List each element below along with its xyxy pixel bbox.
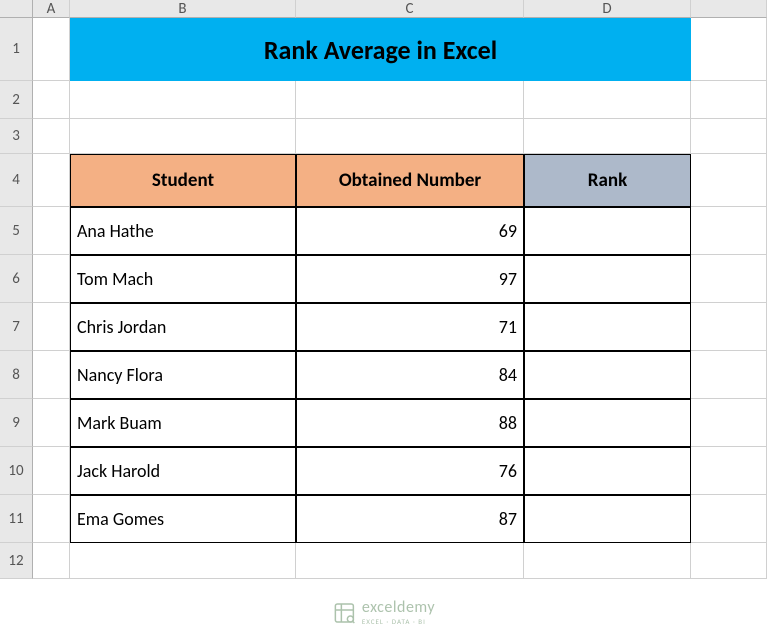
table-row[interactable] <box>524 495 691 543</box>
cell-a6[interactable] <box>33 255 70 303</box>
watermark: exceldemy EXCEL · DATA · BI <box>332 600 435 625</box>
cell-e8[interactable] <box>691 351 767 399</box>
watermark-sub: EXCEL · DATA · BI <box>362 618 435 625</box>
row-header-6[interactable]: 6 <box>0 255 33 303</box>
cell-e1[interactable] <box>691 18 767 81</box>
cell-a1[interactable] <box>33 18 70 81</box>
cell-c3[interactable] <box>296 119 524 154</box>
table-row[interactable] <box>524 399 691 447</box>
row-header-11[interactable]: 11 <box>0 495 33 543</box>
table-row[interactable] <box>524 351 691 399</box>
col-header-blank <box>691 0 767 18</box>
row-header-2[interactable]: 2 <box>0 81 33 119</box>
row-header-10[interactable]: 10 <box>0 447 33 495</box>
table-row[interactable]: 71 <box>296 303 524 351</box>
table-row[interactable]: 87 <box>296 495 524 543</box>
table-row[interactable]: Mark Buam <box>70 399 296 447</box>
col-header-d[interactable]: D <box>524 0 691 18</box>
cell-e11[interactable] <box>691 495 767 543</box>
corner-cell <box>0 0 33 18</box>
table-row[interactable]: Nancy Flora <box>70 351 296 399</box>
table-row[interactable]: 97 <box>296 255 524 303</box>
row-header-9[interactable]: 9 <box>0 399 33 447</box>
watermark-text: exceldemy EXCEL · DATA · BI <box>362 600 435 625</box>
cell-a7[interactable] <box>33 303 70 351</box>
cell-e2[interactable] <box>691 81 767 119</box>
table-row[interactable]: Ana Hathe <box>70 207 296 255</box>
cell-b3[interactable] <box>70 119 296 154</box>
table-row[interactable] <box>524 447 691 495</box>
cell-a5[interactable] <box>33 207 70 255</box>
table-row[interactable] <box>524 255 691 303</box>
watermark-icon <box>332 601 356 625</box>
cell-e5[interactable] <box>691 207 767 255</box>
cell-e4[interactable] <box>691 154 767 207</box>
cell-e3[interactable] <box>691 119 767 154</box>
table-row[interactable]: 69 <box>296 207 524 255</box>
cell-e6[interactable] <box>691 255 767 303</box>
cell-a3[interactable] <box>33 119 70 154</box>
table-header-rank[interactable]: Rank <box>524 154 691 207</box>
cell-d12[interactable] <box>524 543 691 579</box>
cell-a11[interactable] <box>33 495 70 543</box>
row-header-8[interactable]: 8 <box>0 351 33 399</box>
col-header-a[interactable]: A <box>33 0 70 18</box>
cell-e9[interactable] <box>691 399 767 447</box>
cell-c2[interactable] <box>296 81 524 119</box>
cell-a2[interactable] <box>33 81 70 119</box>
cell-d2[interactable] <box>524 81 691 119</box>
table-row[interactable]: 76 <box>296 447 524 495</box>
cell-c12[interactable] <box>296 543 524 579</box>
cell-a8[interactable] <box>33 351 70 399</box>
table-row[interactable]: 84 <box>296 351 524 399</box>
table-row[interactable] <box>524 303 691 351</box>
table-row[interactable]: 88 <box>296 399 524 447</box>
table-row[interactable]: Chris Jordan <box>70 303 296 351</box>
row-header-3[interactable]: 3 <box>0 119 33 154</box>
cell-b2[interactable] <box>70 81 296 119</box>
cell-a12[interactable] <box>33 543 70 579</box>
row-header-5[interactable]: 5 <box>0 207 33 255</box>
cell-e7[interactable] <box>691 303 767 351</box>
row-header-12[interactable]: 12 <box>0 543 33 579</box>
spreadsheet-grid: A B C D 1 Rank Average in Excel 2 3 4 St… <box>0 0 767 579</box>
cell-a10[interactable] <box>33 447 70 495</box>
cell-e12[interactable] <box>691 543 767 579</box>
table-row[interactable] <box>524 207 691 255</box>
col-header-c[interactable]: C <box>296 0 524 18</box>
row-header-4[interactable]: 4 <box>0 154 33 207</box>
row-header-7[interactable]: 7 <box>0 303 33 351</box>
cell-b12[interactable] <box>70 543 296 579</box>
col-header-b[interactable]: B <box>70 0 296 18</box>
table-header-number[interactable]: Obtained Number <box>296 154 524 207</box>
table-row[interactable]: Tom Mach <box>70 255 296 303</box>
watermark-brand: exceldemy <box>362 600 435 616</box>
table-header-student[interactable]: Student <box>70 154 296 207</box>
cell-d3[interactable] <box>524 119 691 154</box>
table-row[interactable]: Jack Harold <box>70 447 296 495</box>
cell-a4[interactable] <box>33 154 70 207</box>
row-header-1[interactable]: 1 <box>0 18 33 81</box>
cell-e10[interactable] <box>691 447 767 495</box>
table-row[interactable]: Ema Gomes <box>70 495 296 543</box>
page-title[interactable]: Rank Average in Excel <box>70 18 691 81</box>
cell-a9[interactable] <box>33 399 70 447</box>
